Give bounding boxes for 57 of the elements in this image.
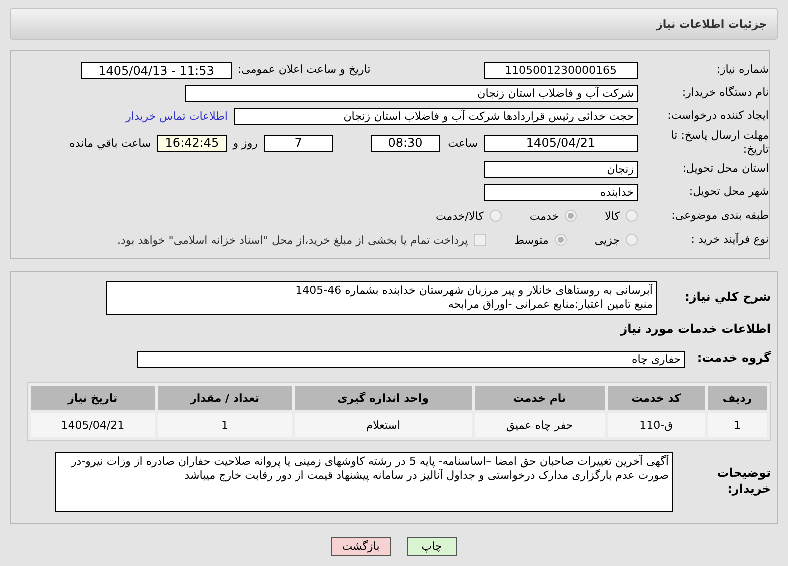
table-cell: 1405/04/21 (31, 413, 155, 437)
field-label: ساعت باقي مانده (70, 136, 152, 150)
radio-button[interactable] (565, 210, 578, 222)
remaining-time-field: 16:42:45 (157, 134, 228, 152)
radio-label: کالا (605, 210, 620, 222)
checkbox-label: پرداخت تمام یا بخشی از مبلغ خرید،از محل "اسناد خزانه اسلامی" خواهد بود. (118, 234, 468, 246)
column-header: واحد اندازه گیری (295, 386, 472, 410)
field-label: شماره نیاز: (716, 63, 769, 78)
province-field: زنجان (484, 161, 638, 178)
radio-button[interactable] (626, 210, 638, 222)
deadline-time-field: 08:30 (371, 134, 440, 152)
radio-label: جزیی (594, 234, 620, 246)
section-title: اطلاعات خدمات مورد نیاز (619, 322, 771, 338)
need-number-field: 1105001230000165 (484, 62, 638, 79)
column-header: تعداد / مقدار (158, 386, 292, 410)
city-field: خدابنده (484, 184, 638, 201)
table-cell: ق-110 (608, 413, 705, 437)
radio-button[interactable] (554, 234, 567, 246)
creator-field: حجت خدائی رئیس قراردادها شرکت آب و فاضلاب استان زنجان (234, 108, 638, 125)
field-label: ایجاد کننده درخواست: (666, 109, 769, 124)
radio-label: خدمت (530, 210, 560, 222)
field-label: گروه خدمت: (696, 351, 771, 367)
deadline-date-field: 1405/04/21 (484, 134, 638, 152)
radio-button[interactable] (626, 234, 638, 246)
field-label: مهلت ارسال پاسخ: تا تاریخ: (670, 128, 769, 158)
page-title: جزئیات اطلاعات نیاز (656, 18, 767, 30)
field-label: ساعت (447, 136, 478, 150)
days-field: 7 (264, 134, 333, 152)
column-header: تاریخ نیاز (31, 386, 155, 410)
description-area: آبرسانی به روستاهای خانلار و پیر مرزبان شهرستان خدابنده بشماره 46-1405 منبع تامین اعتبار:منابع عمرانی -اوراق مرابحه (106, 281, 657, 315)
service-group-field: حفاری چاه (137, 350, 685, 368)
field-label: طبقه بندی موضوعی: (670, 208, 769, 224)
field-label: شهر محل تحویل: (688, 185, 769, 200)
column-header: کد خدمت (608, 386, 705, 410)
table-cell: استعلام (295, 413, 472, 437)
field-label: نوع فرآیند خرید : (690, 232, 769, 248)
field-label: شرح کلي نياز: (684, 290, 771, 306)
field-label: روز و (233, 136, 258, 150)
contact-link[interactable]: اطلاعات تماس خریدار (126, 110, 228, 123)
table-cell: 1 (158, 413, 292, 437)
back-button[interactable]: بازگشت (331, 537, 391, 556)
field-label: توضیحات خریدار: (716, 466, 771, 498)
radio-label: متوسط (514, 234, 549, 246)
buyer-notes-area: آگهی آخرین تغییرات صاحبان حق امضا –اساسنامه- پایه 5 در رشته کاوشهای زمینی یا پروانه صلاحیت حفاران صادره از وزات نیرو-در صورت عدم بارگزاری مدارک درخواستی و جداول آنالیز در سامانه پیشنهاد قیمت از دور رقابت خارج میباشد (55, 452, 673, 512)
column-header: نام خدمت (474, 386, 605, 410)
radio-label: کالا/خدمت (436, 210, 484, 222)
radio-button[interactable] (490, 210, 502, 222)
announce-date-field: 1405/04/13 - 11:53 (81, 62, 232, 79)
field-label: نام دستگاه خریدار: (681, 86, 769, 101)
column-header: ردیف (708, 386, 767, 410)
checkbox[interactable] (474, 234, 486, 246)
field-label: تاریخ و ساعت اعلان عمومی: (238, 63, 372, 78)
table-cell: 1 (708, 413, 767, 437)
print-button[interactable]: چاپ (407, 537, 457, 556)
buyer-field: شرکت آب و فاضلاب استان زنجان (185, 85, 638, 102)
field-label: استان محل تحویل: (682, 162, 769, 177)
table-cell: حفر چاه عمیق (474, 413, 605, 437)
